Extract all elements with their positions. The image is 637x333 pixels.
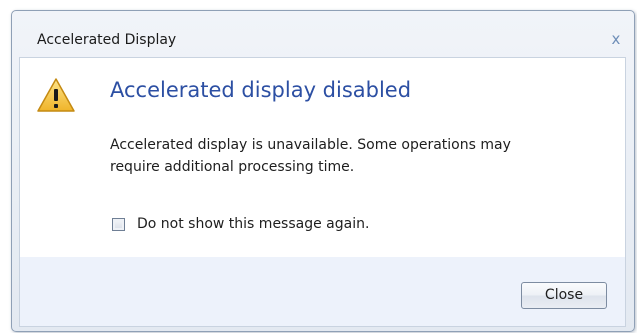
- dont-show-again-option[interactable]: Do not show this message again.: [112, 215, 369, 233]
- dialog-window: Accelerated Display x Accelerated displa…: [11, 10, 635, 332]
- message-line-2: require additional processing time.: [110, 159, 355, 175]
- close-icon[interactable]: x: [608, 30, 624, 48]
- dialog-content: Accelerated display disabled Accelerated…: [19, 57, 626, 257]
- window-title: Accelerated Display: [37, 32, 177, 48]
- dialog-heading: Accelerated display disabled: [110, 78, 412, 102]
- dialog-message: Accelerated display is unavailable. Some…: [110, 134, 610, 178]
- warning-icon: [37, 78, 75, 112]
- dont-show-again-checkbox[interactable]: [112, 217, 125, 231]
- page: Accelerated Display x Accelerated displa…: [0, 0, 637, 333]
- dont-show-again-label[interactable]: Do not show this message again.: [137, 216, 369, 232]
- close-button[interactable]: Close: [521, 282, 607, 309]
- title-bar[interactable]: Accelerated Display x: [12, 11, 634, 57]
- dialog-footer: Close: [19, 257, 626, 327]
- message-line-1: Accelerated display is unavailable. Some…: [110, 137, 511, 153]
